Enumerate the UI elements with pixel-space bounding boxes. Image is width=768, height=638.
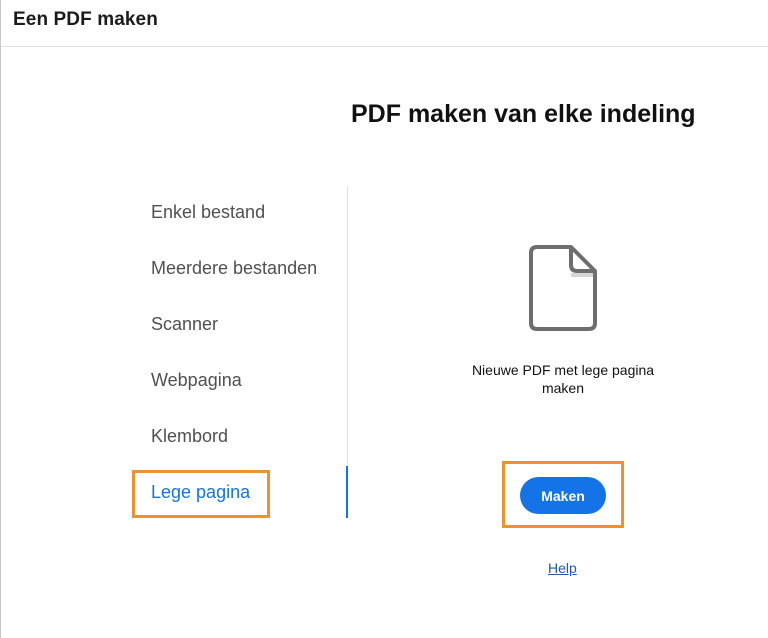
help-link[interactable]: Help: [548, 560, 577, 576]
make-button[interactable]: Maken: [520, 477, 606, 514]
nav-item-scanner[interactable]: Scanner: [151, 314, 218, 335]
blank-document-icon: [529, 245, 597, 331]
nav-item-single-file[interactable]: Enkel bestand: [151, 202, 265, 223]
nav-item-webpage[interactable]: Webpagina: [151, 370, 242, 391]
create-pdf-window: Een PDF maken PDF maken van elke indelin…: [0, 0, 768, 638]
source-type-list: Enkel bestand Meerdere bestanden Scanner…: [151, 186, 347, 518]
nav-item-multiple-files[interactable]: Meerdere bestanden: [151, 258, 317, 279]
title-bar: Een PDF maken: [1, 0, 768, 47]
page-heading: PDF maken van elke indeling: [351, 100, 696, 128]
blank-page-highlight-box: [132, 470, 270, 518]
window-title: Een PDF maken: [13, 9, 158, 30]
nav-selection-indicator: [346, 466, 348, 518]
nav-item-clipboard[interactable]: Klembord: [151, 426, 228, 447]
blank-pdf-description: Nieuwe PDF met lege pagina maken: [471, 362, 655, 396]
